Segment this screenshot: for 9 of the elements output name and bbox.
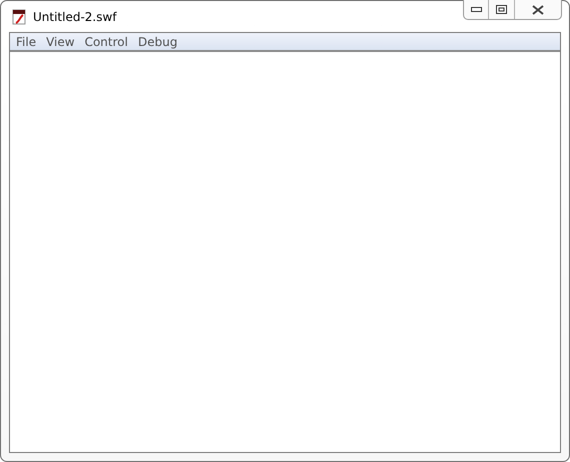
menu-item[interactable]: Control [80,34,134,48]
maximize-icon [496,5,507,14]
close-icon [532,4,544,14]
flash-document-icon [11,8,27,24]
window-title: Untitled-2.swf [33,10,117,24]
menu-item[interactable]: View [42,34,81,48]
menu-item[interactable]: File [12,34,42,48]
minimize-icon [470,7,482,12]
menu-item[interactable]: Debug [134,34,184,48]
